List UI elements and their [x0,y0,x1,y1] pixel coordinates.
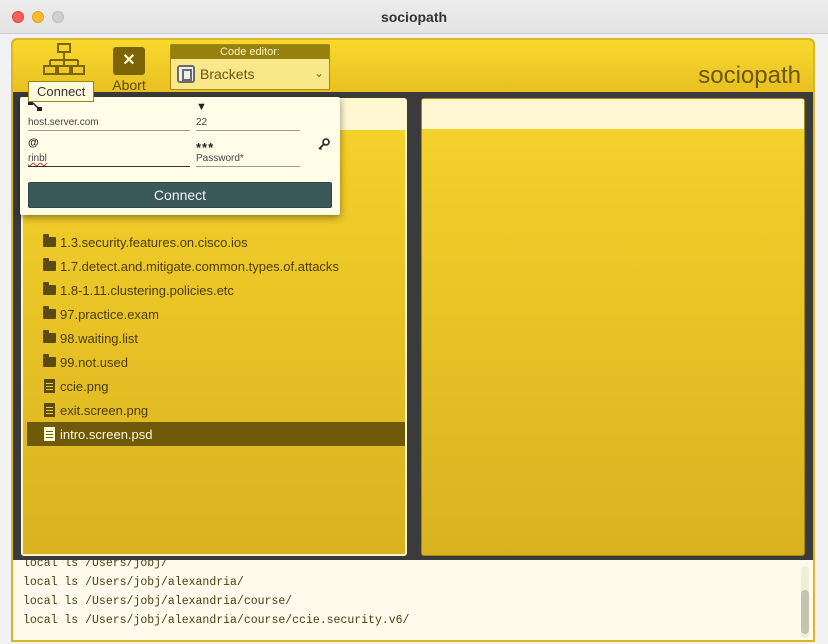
file-list-item[interactable]: 98.waiting.list [27,326,405,350]
file-list-item[interactable]: intro.screen.psd [27,422,405,446]
connect-dialog: host.server.com ▼ 22 @ rinbl *** Passwor… [20,97,340,215]
console-line: local ls /Users/jobj/alexandria/ [23,576,244,589]
file-name: intro.screen.psd [60,426,153,442]
code-editor-group: Code editor: Brackets ⌄ [170,44,330,90]
abort-button[interactable]: ✕ Abort [109,42,149,93]
file-icon [44,403,55,417]
file-name: ccie.png [60,378,109,394]
file-name: 99.not.used [60,354,128,370]
host-underline [28,130,190,131]
toolbar: ✕ Abort Code editor: Brackets ⌄ sociopat… [13,40,813,93]
server-icon [28,101,42,115]
file-list-item[interactable]: 1.8-1.11.clustering.policies.etc [27,278,405,302]
connect-tooltip: Connect [28,81,95,102]
file-list-item[interactable]: 97.practice.exam [27,302,405,326]
file-name: exit.screen.png [60,402,149,418]
code-editor-select[interactable]: Brackets ⌄ [174,62,326,86]
port-input[interactable]: 22 [196,117,207,128]
file-list-item[interactable]: 1.3.security.features.on.cisco.ios [27,230,405,254]
file-name: 97.practice.exam [60,306,159,322]
console-scroll-thumb[interactable] [801,590,809,634]
code-editor-value: Brackets [200,66,255,82]
password-input[interactable]: Password* [196,153,244,164]
file-list-item[interactable]: exit.screen.png [27,398,405,422]
folder-icon [43,306,56,319]
port-field[interactable]: ▼ 22 [196,101,300,133]
folder-icon [43,234,56,247]
file-name: 1.8-1.11.clustering.policies.etc [60,282,234,298]
port-underline [196,130,300,131]
key-icon [318,138,330,153]
brackets-icon [177,65,195,83]
console-scrollbar[interactable] [801,566,809,638]
user-field[interactable]: @ rinbl [28,137,190,169]
connect-submit-button[interactable]: Connect [28,182,332,208]
file-icon [44,379,55,393]
file-icon [44,427,55,441]
right-file-panel [421,98,805,556]
console-line: local ls /Users/jobj/alexandria/course/ [23,595,293,608]
password-underline [196,166,300,167]
abort-label: Abort [112,77,146,93]
file-list: 1.3.security.features.on.cisco.ios 1.7.de… [27,230,405,446]
title-bar: sociopath [0,0,828,34]
chevron-down-icon: ⌄ [313,66,324,80]
folder-icon [43,354,56,367]
file-name: 98.waiting.list [60,330,139,346]
close-icon: ✕ [113,47,145,75]
network-icon [43,43,85,75]
user-underline [28,166,190,167]
app-title: sociopath [698,62,801,89]
user-input[interactable]: rinbl [28,153,47,164]
file-name: 1.3.security.features.on.cisco.ios [60,234,248,250]
console-line: local ls /Users/jobj/ [23,560,168,570]
file-list-item[interactable]: 99.not.used [27,350,405,374]
file-name: 1.7.detect.and.mitigate.common.types.of.… [60,258,339,274]
folder-icon [43,282,56,295]
file-list-item[interactable]: ccie.png [27,374,405,398]
file-list-item[interactable]: 1.7.detect.and.mitigate.common.types.of.… [27,254,405,278]
window-title: sociopath [380,9,448,25]
at-icon: @ [28,137,39,149]
right-panel-header [422,99,804,129]
folder-icon [43,258,56,271]
console-output: local ls /Users/jobj/local ls /Users/job… [13,560,813,640]
app-window: sociopath ✕ Abort Code editor: Brackets … [0,0,828,644]
password-field[interactable]: *** Password* [196,137,300,169]
console-line: local ls /Users/jobj/alexandria/course/c… [23,614,410,627]
host-input[interactable]: host.server.com [28,117,99,128]
tag-icon: ▼ [196,101,207,113]
folder-icon [43,330,56,343]
code-editor-label: Code editor: [171,45,329,59]
host-field[interactable]: host.server.com [28,101,190,133]
